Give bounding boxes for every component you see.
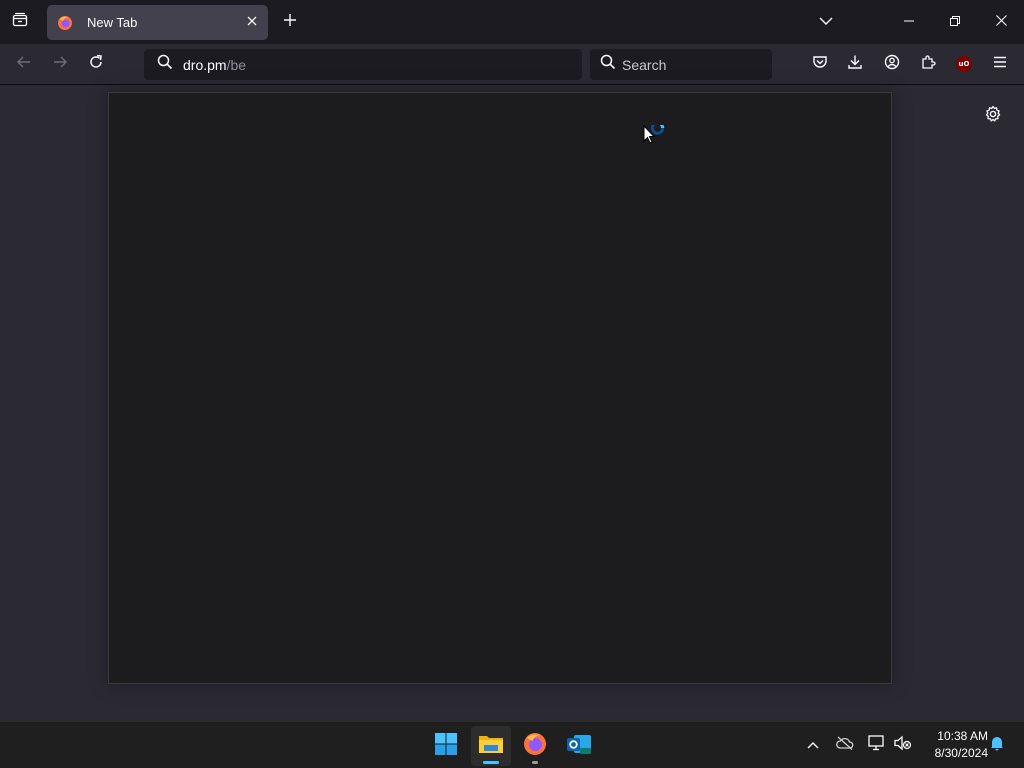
minimize-button[interactable]	[886, 0, 932, 44]
bell-icon	[989, 735, 1005, 756]
chevron-down-icon	[819, 13, 833, 31]
extensions-icon	[920, 54, 936, 75]
windows-taskbar: 10:38 AM 8/30/2024	[0, 721, 1024, 768]
search-bar[interactable]	[590, 49, 772, 80]
firefox-icon	[523, 732, 547, 761]
ublock-icon: uO	[956, 56, 972, 72]
url-bar[interactable]: dro.pm/be	[144, 49, 582, 80]
start-button[interactable]	[426, 726, 466, 766]
back-button[interactable]	[8, 48, 40, 80]
new-tab-button[interactable]	[274, 6, 306, 38]
forward-icon	[52, 54, 68, 75]
search-icon	[157, 54, 173, 75]
minimize-icon	[904, 13, 914, 31]
outlook-new-icon	[566, 732, 592, 761]
clock-date: 8/30/2024	[934, 746, 988, 760]
reload-icon	[88, 54, 104, 75]
close-window-button[interactable]	[978, 0, 1024, 44]
volume-muted-icon	[894, 735, 912, 756]
menu-icon	[993, 55, 1007, 73]
url-path: /be	[226, 56, 247, 73]
clock-time: 10:38 AM	[937, 729, 988, 743]
plus-icon	[283, 13, 297, 32]
gear-icon	[984, 105, 1002, 128]
extensions-button[interactable]	[912, 48, 944, 80]
windows-start-icon	[434, 732, 458, 761]
downloads-button[interactable]	[839, 48, 871, 80]
account-button[interactable]	[876, 48, 908, 80]
browser-window: New Tab dro.pm/be Search uO	[0, 0, 1024, 721]
show-hidden-icons-button[interactable]	[802, 734, 824, 756]
firefox-taskbar-button[interactable]	[515, 726, 555, 766]
url-host: dro.pm	[183, 56, 227, 73]
list-all-tabs-button[interactable]	[810, 6, 842, 38]
personalize-button[interactable]	[979, 102, 1007, 130]
firefox-view-button[interactable]	[4, 6, 36, 38]
back-icon	[16, 54, 32, 75]
restore-icon	[950, 13, 960, 31]
file-explorer-button[interactable]	[471, 726, 511, 766]
close-window-icon	[995, 13, 1007, 31]
close-icon	[246, 14, 258, 32]
chevron-up-icon	[807, 736, 819, 754]
tab-manager-icon	[12, 12, 28, 33]
taskbar-clock[interactable]: 10:38 AM 8/30/2024	[918, 728, 988, 762]
reload-button[interactable]	[80, 48, 112, 80]
notifications-button[interactable]	[986, 734, 1008, 756]
forward-button[interactable]	[44, 48, 76, 80]
blank-content-panel	[108, 92, 892, 684]
account-icon	[884, 54, 900, 75]
search-input[interactable]	[622, 56, 762, 73]
app-menu-button[interactable]	[984, 48, 1016, 80]
ublock-button[interactable]: uO	[948, 48, 980, 80]
tab-new-tab[interactable]: New Tab	[47, 5, 268, 40]
onedrive-icon	[836, 736, 854, 755]
tab-close-button[interactable]	[240, 11, 264, 35]
network-icon	[868, 734, 886, 756]
cursor-busy-icon	[643, 121, 667, 149]
outlook-taskbar-button[interactable]	[559, 726, 599, 766]
tab-title: New Tab	[87, 15, 138, 30]
navigation-toolbar: dro.pm/be Search uO	[0, 44, 1024, 85]
search-icon	[600, 54, 616, 75]
pocket-button[interactable]	[804, 48, 836, 80]
restore-button[interactable]	[932, 0, 978, 44]
page-content	[0, 85, 1024, 721]
tab-strip: New Tab	[0, 0, 1024, 44]
download-icon	[847, 54, 863, 75]
active-indicator	[483, 761, 499, 764]
file-explorer-icon	[478, 733, 504, 760]
onedrive-tray-button[interactable]	[834, 734, 856, 756]
firefox-icon	[57, 15, 73, 31]
pocket-icon	[812, 54, 828, 75]
url-text[interactable]: dro.pm/be	[183, 57, 246, 73]
running-indicator	[532, 761, 538, 764]
volume-tray-button[interactable]	[892, 734, 914, 756]
network-tray-button[interactable]	[866, 734, 888, 756]
